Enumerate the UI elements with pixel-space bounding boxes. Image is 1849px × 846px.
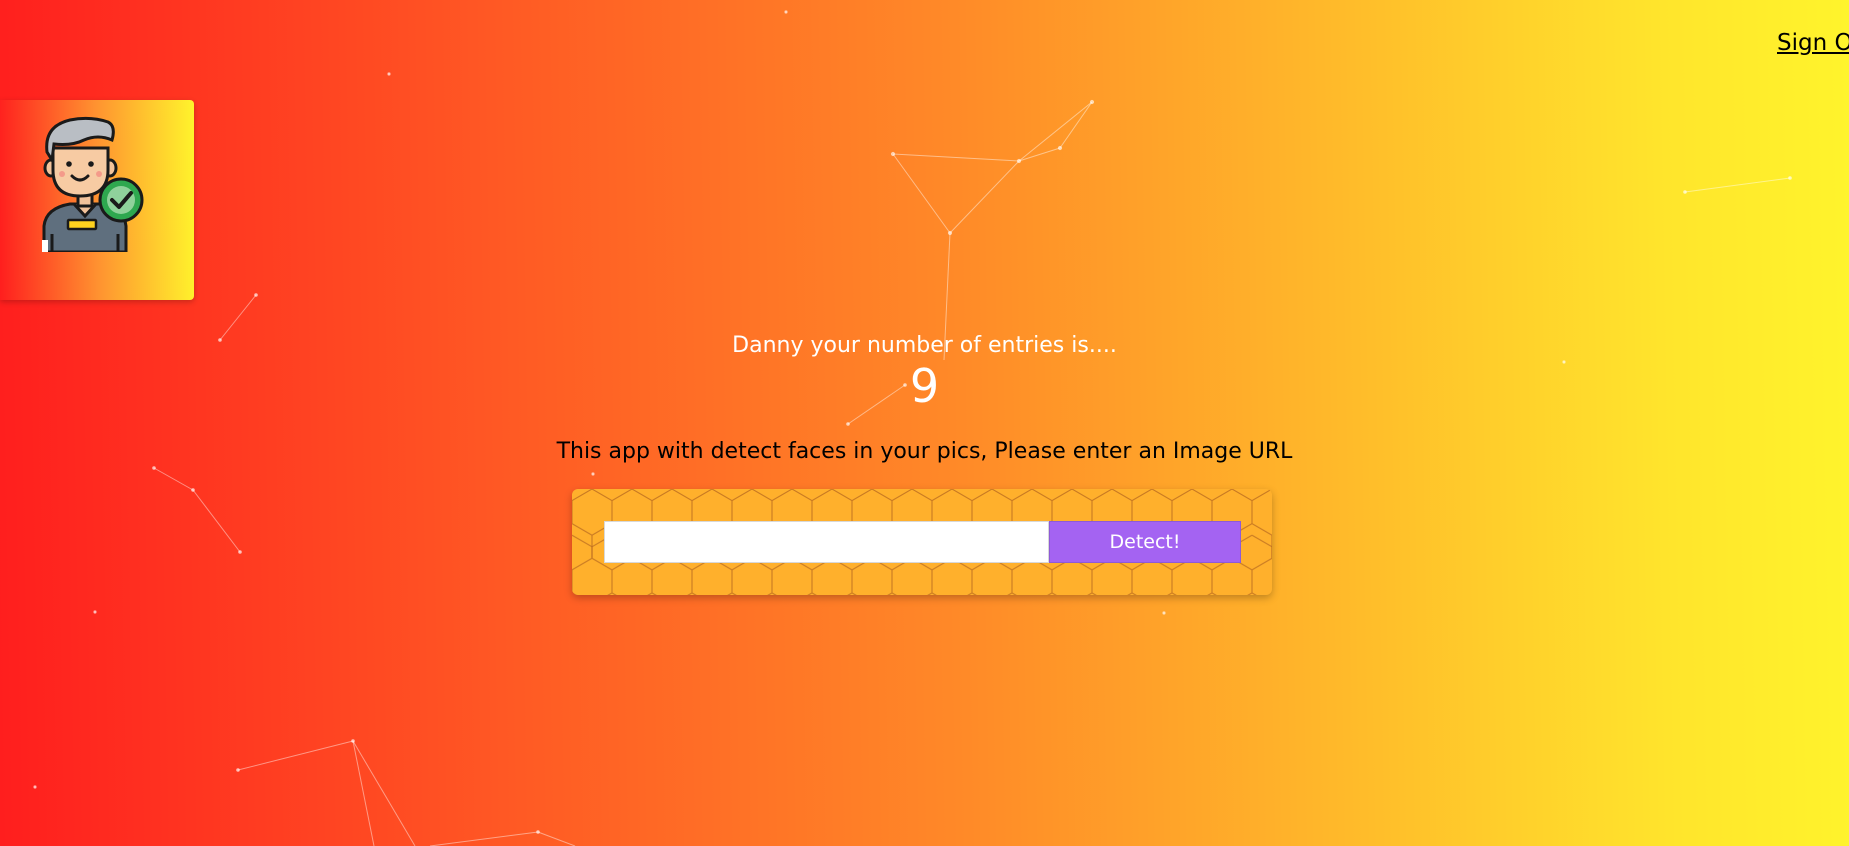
entries-count: 9 xyxy=(909,359,940,413)
sign-out-link[interactable]: Sign Out xyxy=(1775,30,1849,56)
entries-message: Danny your number of entries is.... xyxy=(732,333,1117,358)
user-verified-avatar-icon xyxy=(42,116,144,252)
image-url-form: Detect! xyxy=(572,489,1272,595)
logo[interactable] xyxy=(0,100,194,300)
detect-button[interactable]: Detect! xyxy=(1049,521,1241,563)
navigation: Sign Out xyxy=(1775,30,1849,56)
image-url-input[interactable] xyxy=(604,521,1049,563)
intro-text: This app with detect faces in your pics,… xyxy=(556,439,1293,464)
particles-background xyxy=(33,10,1792,846)
